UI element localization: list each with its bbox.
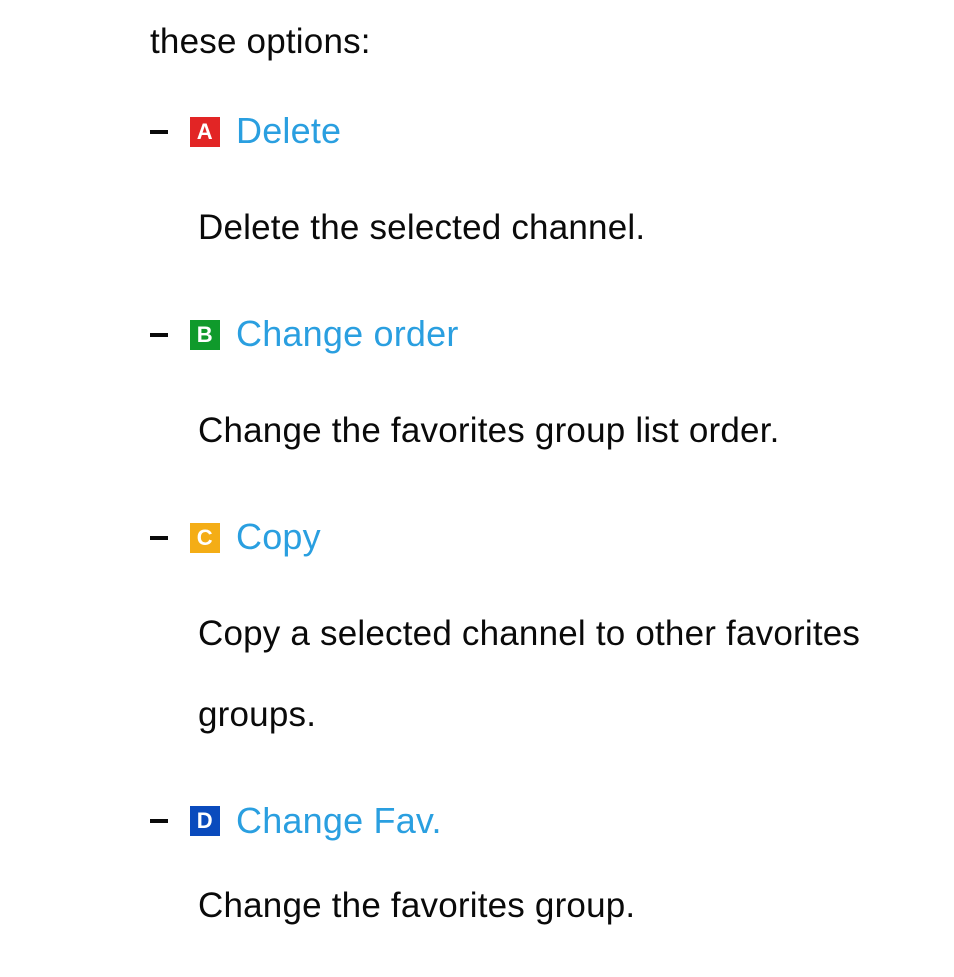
option-title-delete: Delete bbox=[236, 107, 341, 156]
option-description: Delete the selected channel. bbox=[150, 188, 924, 269]
option-description: Change the favorites group list order. bbox=[150, 391, 924, 472]
color-button-b-icon: B bbox=[190, 320, 220, 350]
option-header-a: A Delete bbox=[150, 107, 924, 156]
option-description: Copy a selected channel to other favorit… bbox=[150, 594, 924, 755]
bullet-dash bbox=[150, 819, 168, 823]
color-button-c-icon: C bbox=[190, 523, 220, 553]
option-row: C Copy Copy a selected channel to other … bbox=[150, 513, 924, 755]
option-row: B Change order Change the favorites grou… bbox=[150, 310, 924, 471]
bullet-dash bbox=[150, 536, 168, 540]
manual-page: these options: A Delete Delete the selec… bbox=[0, 0, 954, 977]
color-button-d-icon: D bbox=[190, 806, 220, 836]
option-header-c: C Copy bbox=[150, 513, 924, 562]
option-title-copy: Copy bbox=[236, 513, 321, 562]
option-title-change-order: Change order bbox=[236, 310, 459, 359]
option-header-b: B Change order bbox=[150, 310, 924, 359]
option-title-change-fav: Change Fav. bbox=[236, 797, 442, 846]
color-button-a-icon: A bbox=[190, 117, 220, 147]
option-row: A Delete Delete the selected channel. bbox=[150, 107, 924, 268]
option-header-d: D Change Fav. bbox=[150, 797, 924, 846]
intro-text: these options: bbox=[150, 18, 924, 65]
option-row: D Change Fav. Change the favorites group… bbox=[150, 797, 924, 934]
bullet-dash bbox=[150, 130, 168, 134]
bullet-dash bbox=[150, 333, 168, 337]
option-description: Change the favorites group. bbox=[150, 878, 924, 934]
